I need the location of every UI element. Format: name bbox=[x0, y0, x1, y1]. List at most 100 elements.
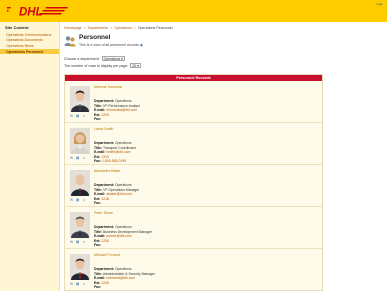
title-value: VP Performance Analyst bbox=[103, 103, 140, 108]
help-icon[interactable]: ◉ bbox=[140, 43, 143, 47]
person-photo-svg bbox=[70, 254, 90, 280]
person-title: Title: Transport Coordinator bbox=[94, 146, 136, 150]
title-label: Title: bbox=[94, 187, 103, 192]
person-title: Title: VP Performance Analyst bbox=[94, 104, 140, 108]
chevron-down-icon: ▾ bbox=[137, 64, 139, 68]
person-photo-svg bbox=[70, 170, 90, 196]
person-name[interactable]: Peter Stone bbox=[94, 211, 113, 215]
department-label: Department: bbox=[94, 225, 114, 229]
email-icon[interactable]: ✉ bbox=[70, 282, 73, 286]
person-fax: Fax: bbox=[94, 285, 101, 289]
ext-label: Ext: bbox=[94, 196, 101, 201]
main-content: Homepage » Departments » Operations » Op… bbox=[62, 22, 387, 291]
ext-value: 1230 bbox=[101, 238, 109, 243]
record-actions: ✉ ▤ ☺ bbox=[70, 282, 86, 286]
record-card: Laura Smith Department: Operations Title… bbox=[65, 124, 322, 165]
profile-icon[interactable]: ☺ bbox=[82, 114, 86, 118]
page-subtitle-text: This is a view of all personnel records bbox=[79, 43, 139, 47]
ext-label: Ext: bbox=[94, 280, 101, 285]
profile-icon[interactable]: ☺ bbox=[82, 282, 86, 286]
page-subtitle: This is a view of all personnel records … bbox=[79, 43, 143, 47]
person-email: E-mail: lsmith@dhl.com bbox=[94, 150, 130, 154]
breadcrumb-separator: » bbox=[83, 26, 86, 30]
personnel-records: Personnel Records Maxime Homolka Departm… bbox=[64, 74, 323, 291]
profile-icon[interactable]: ☺ bbox=[82, 198, 86, 202]
email-label: E-mail: bbox=[94, 150, 106, 154]
person-name[interactable]: Alexander Baker bbox=[94, 169, 121, 173]
ext-value: 1310 bbox=[101, 154, 109, 159]
login-link[interactable]: login bbox=[377, 2, 383, 6]
ext-value: 1209 bbox=[101, 112, 109, 117]
person-email: E-mail: pstone@dhl.com bbox=[94, 234, 132, 238]
title-label: Title: bbox=[94, 145, 103, 150]
email-label: E-mail: bbox=[94, 234, 106, 238]
person-photo-svg bbox=[70, 86, 90, 112]
person-department: Department: Operations bbox=[94, 183, 132, 187]
email-link: mferrand@dhl.com bbox=[106, 276, 136, 280]
email-icon[interactable]: ✉ bbox=[70, 240, 73, 244]
person-email: E-mail: abaker@dhl.com bbox=[94, 192, 132, 196]
record-card: Maxime Homolka Department: Operations Ti… bbox=[65, 82, 322, 123]
sidebar-item-communications[interactable]: Operations Communications bbox=[0, 32, 59, 38]
vcard-icon[interactable]: ▤ bbox=[76, 198, 79, 202]
email-label: E-mail: bbox=[94, 192, 106, 196]
person-photo bbox=[70, 128, 90, 154]
title-value: VP Operations Manager bbox=[103, 187, 140, 192]
person-department: Department: Operations bbox=[94, 267, 132, 271]
rows-per-page-select[interactable]: 20 ▾ bbox=[130, 63, 141, 68]
email-icon[interactable]: ✉ bbox=[70, 114, 73, 118]
breadcrumb-current: Operations Personnel bbox=[137, 26, 173, 30]
record-actions: ✉ ▤ ☺ bbox=[70, 198, 86, 202]
svg-text:DHL: DHL bbox=[19, 7, 43, 19]
breadcrumb-separator: » bbox=[133, 26, 136, 30]
vcard-icon[interactable]: ▤ bbox=[76, 282, 79, 286]
person-fax: Fax: bbox=[94, 201, 101, 205]
person-department: Department: Operations bbox=[94, 141, 132, 145]
breadcrumb-homepage[interactable]: Homepage bbox=[64, 26, 82, 30]
rows-per-page-filter: The number of rows to display per page: … bbox=[64, 63, 141, 68]
department-filter: Choose a department: Operations ▾ bbox=[64, 56, 125, 61]
breadcrumb-separator: » bbox=[110, 26, 113, 30]
person-name[interactable]: Michael Ferrand bbox=[94, 253, 120, 257]
person-email: E-mail: mhomolka@dhl.com bbox=[94, 108, 137, 112]
person-ext: Ext: 1218 bbox=[94, 197, 109, 201]
fax-label: Fax: bbox=[94, 243, 101, 247]
department-value: Operations bbox=[114, 141, 132, 145]
sidebar-title: Site Content bbox=[5, 25, 29, 30]
breadcrumb-operations[interactable]: Operations bbox=[114, 26, 132, 30]
sidebar-item-personnel[interactable]: Operations Personnel bbox=[0, 48, 59, 55]
profile-icon[interactable]: ☺ bbox=[82, 156, 86, 160]
record-actions: ✉ ▤ ☺ bbox=[70, 156, 86, 160]
person-ext: Ext: 1209 bbox=[94, 113, 109, 117]
department-select[interactable]: Operations ▾ bbox=[101, 56, 125, 61]
record-actions: ✉ ▤ ☺ bbox=[70, 114, 86, 118]
email-icon[interactable]: ✉ bbox=[70, 156, 73, 160]
title-value: Administration & Security Manager bbox=[102, 271, 156, 276]
breadcrumb-departments[interactable]: Departments bbox=[88, 26, 109, 30]
email-icon[interactable]: ✉ bbox=[70, 198, 73, 202]
person-title: Title: VP Operations Manager bbox=[94, 188, 139, 192]
person-name[interactable]: Laura Smith bbox=[94, 127, 113, 131]
personnel-icon bbox=[64, 36, 76, 47]
person-fax: Fax: bbox=[94, 243, 101, 247]
person-name[interactable]: Maxime Homolka bbox=[94, 85, 122, 89]
chevron-down-icon: ▾ bbox=[121, 57, 123, 61]
person-ext: Ext: 1310 bbox=[94, 155, 109, 159]
record-actions: ✉ ▤ ☺ bbox=[70, 240, 86, 244]
person-fax: Fax: 1-800-555-0199 bbox=[94, 159, 126, 163]
fax-label: Fax: bbox=[94, 285, 101, 289]
department-filter-label: Choose a department: bbox=[64, 56, 100, 61]
person-department: Department: Operations bbox=[94, 99, 132, 103]
vcard-icon[interactable]: ▤ bbox=[76, 156, 79, 160]
department-value: Operations bbox=[114, 183, 132, 187]
fax-label: Fax: bbox=[94, 201, 101, 205]
vcard-icon[interactable]: ▤ bbox=[76, 240, 79, 244]
fax-label: Fax: bbox=[94, 159, 101, 163]
vcard-icon[interactable]: ▤ bbox=[76, 114, 79, 118]
title-label: Title: bbox=[94, 103, 103, 108]
person-department: Department: Operations bbox=[94, 225, 132, 229]
person-photo-svg bbox=[70, 212, 90, 238]
person-title: Title: Business Development Manager bbox=[94, 230, 152, 234]
profile-icon[interactable]: ☺ bbox=[82, 240, 86, 244]
dhl-logo[interactable]: DHL bbox=[7, 4, 71, 18]
